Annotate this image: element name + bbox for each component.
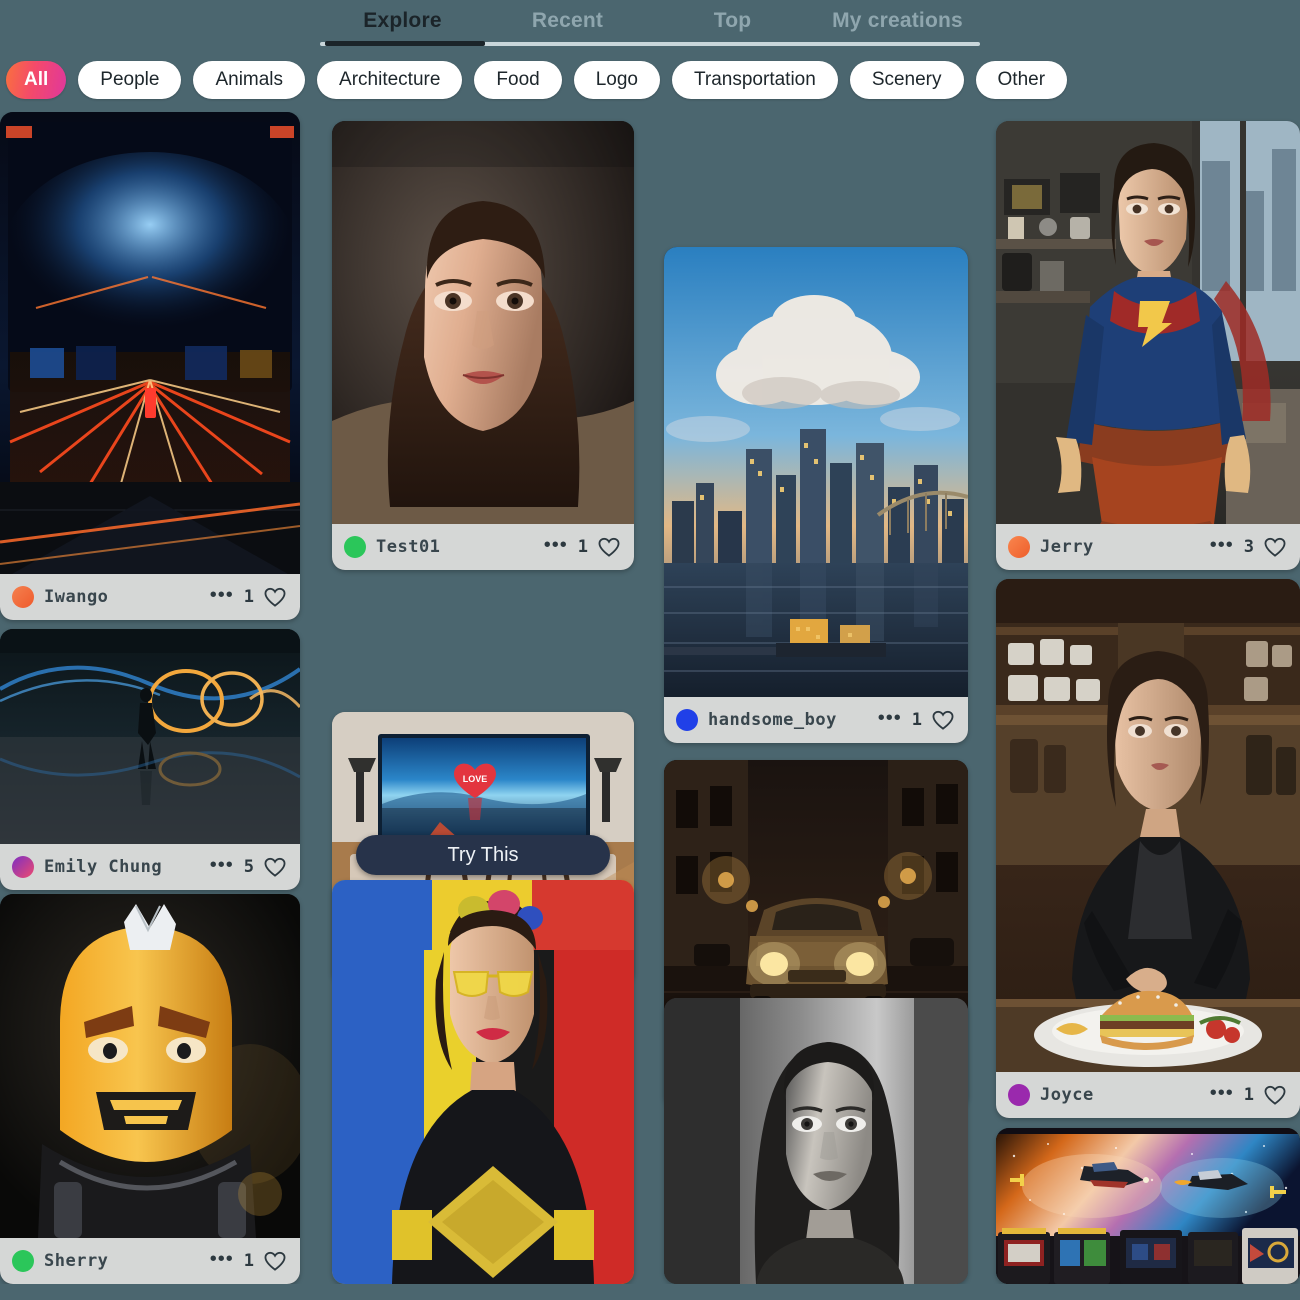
like-count: 1 (243, 587, 254, 607)
heart-outline-icon[interactable] (264, 1251, 286, 1271)
card-thumbnail[interactable] (0, 629, 300, 844)
filter-chip-food[interactable]: Food (474, 61, 562, 99)
filter-chip-scenery[interactable]: Scenery (849, 61, 964, 99)
filter-chip-architecture[interactable]: Architecture (317, 61, 463, 99)
filter-chip-transportation[interactable]: Transportation (672, 61, 838, 99)
grid-card[interactable]: Joyce ••• 1 (996, 579, 1300, 1118)
filter-chip-animals[interactable]: Animals (193, 61, 306, 99)
svg-text:LOVE: LOVE (463, 774, 488, 784)
card-thumbnail[interactable] (996, 121, 1300, 524)
card-username[interactable]: Joyce (1040, 1085, 1094, 1105)
city-skyline-waterfront-image (664, 247, 968, 697)
filter-chip-all[interactable]: All (6, 61, 67, 99)
grid-card[interactable]: Test01 ••• 1 (332, 121, 634, 570)
supergirl-cosplay-office-image (996, 121, 1300, 524)
card-thumbnail[interactable] (332, 880, 634, 1284)
heart-outline-icon[interactable] (264, 857, 286, 877)
card-footer: Test01 ••• 1 (332, 524, 634, 570)
card-thumbnail[interactable] (664, 247, 968, 697)
more-options-icon[interactable]: ••• (878, 708, 902, 728)
grid-card[interactable]: Sherry ••• 1 (0, 894, 300, 1284)
heart-outline-icon[interactable] (1264, 1085, 1286, 1105)
like-count: 5 (243, 857, 254, 877)
bw-woman-portrait-image (664, 998, 968, 1284)
avatar (344, 536, 366, 558)
card-thumbnail[interactable] (332, 121, 634, 524)
card-username[interactable]: Iwango (44, 587, 108, 607)
avatar (1008, 536, 1030, 558)
card-thumbnail[interactable] (996, 579, 1300, 1072)
woman-portrait-closeup-image (332, 121, 634, 524)
woman-yellow-sunglasses-image (332, 880, 634, 1284)
grid-card[interactable]: Emily Chung ••• 5 (0, 629, 300, 890)
card-thumbnail[interactable] (0, 894, 300, 1238)
more-options-icon[interactable]: ••• (210, 1249, 234, 1269)
avatar (12, 856, 34, 878)
heart-outline-icon[interactable] (1264, 537, 1286, 557)
more-options-icon[interactable]: ••• (210, 855, 234, 875)
like-count: 1 (1243, 1085, 1254, 1105)
card-footer: Emily Chung ••• 5 (0, 844, 300, 890)
light-painting-silhouette-image (0, 629, 300, 844)
grid-card[interactable]: Iwango ••• 1 (0, 112, 300, 620)
avatar (1008, 1084, 1030, 1106)
avatar (12, 586, 34, 608)
category-filter-bar: All People Animals Architecture Food Log… (0, 50, 1300, 112)
try-this-button[interactable]: Try This (356, 834, 610, 875)
woman-burger-kitchen-image (996, 579, 1300, 1072)
filter-chip-other[interactable]: Other (975, 61, 1068, 99)
card-footer: Sherry ••• 1 (0, 1238, 300, 1284)
tab-bar: Explore Recent Top My creations (0, 0, 1300, 50)
like-count: 1 (243, 1251, 254, 1271)
grid-card[interactable] (332, 880, 634, 1284)
arcade-racing-cabinet-image (0, 112, 300, 574)
card-thumbnail[interactable] (996, 1128, 1300, 1284)
like-count: 1 (911, 710, 922, 730)
avatar (676, 709, 698, 731)
card-footer: handsome_boy ••• 1 (664, 697, 968, 743)
card-thumbnail[interactable] (0, 112, 300, 574)
grid-card[interactable] (664, 998, 968, 1284)
card-thumbnail[interactable] (664, 998, 968, 1284)
yellow-robot-head-image (0, 894, 300, 1238)
heart-outline-icon[interactable] (932, 710, 954, 730)
card-footer: Iwango ••• 1 (0, 574, 300, 620)
tab-strip: Explore Recent Top My creations (320, 0, 980, 50)
more-options-icon[interactable]: ••• (210, 585, 234, 605)
filter-chip-people[interactable]: People (78, 61, 182, 99)
grid-card[interactable]: Jerry ••• 3 (996, 121, 1300, 570)
more-options-icon[interactable]: ••• (544, 535, 568, 555)
heart-outline-icon[interactable] (264, 587, 286, 607)
card-username[interactable]: Jerry (1040, 537, 1094, 557)
card-username[interactable]: Sherry (44, 1251, 108, 1271)
card-footer: Jerry ••• 3 (996, 524, 1300, 570)
heart-outline-icon[interactable] (598, 537, 620, 557)
card-username[interactable]: Emily Chung (44, 857, 162, 877)
grid-card[interactable]: handsome_boy ••• 1 (664, 247, 968, 743)
more-options-icon[interactable]: ••• (1210, 1083, 1234, 1103)
like-count: 1 (577, 537, 588, 557)
card-username[interactable]: Test01 (376, 537, 440, 557)
like-count: 3 (1243, 537, 1254, 557)
image-grid: Iwango ••• 1 Emily Chung ••• 5 Sherry ••… (0, 112, 1300, 1284)
tab-underline-active (325, 41, 485, 46)
card-username[interactable]: handsome_boy (708, 710, 837, 730)
grid-card[interactable] (996, 1128, 1300, 1284)
avatar (12, 1250, 34, 1272)
filter-chip-logo[interactable]: Logo (573, 61, 660, 99)
arcade-space-mural-image (996, 1128, 1300, 1284)
more-options-icon[interactable]: ••• (1210, 535, 1234, 555)
card-footer: Joyce ••• 1 (996, 1072, 1300, 1118)
